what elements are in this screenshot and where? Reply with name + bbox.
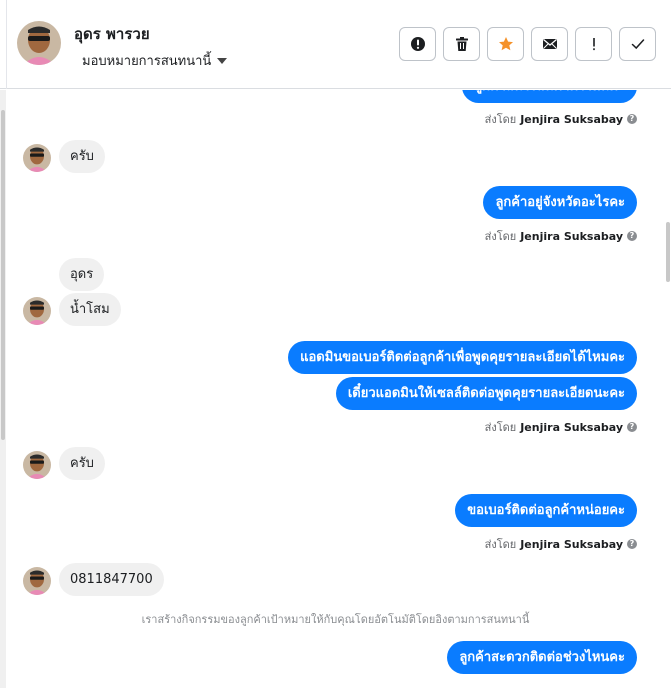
follow-up-button[interactable]: [575, 27, 612, 61]
avatar: [23, 144, 51, 172]
assign-label: มอบหมายการสนทนานี้: [82, 54, 212, 69]
mark-spam-button[interactable]: [399, 27, 436, 61]
check-icon: [631, 39, 644, 50]
mark-done-button[interactable]: [619, 27, 656, 61]
agent-name: Jenjira Suksabay: [520, 112, 623, 126]
agent-name: Jenjira Suksabay: [520, 229, 623, 243]
conversation-header: อุดร พารวย มอบหมายการสนทนานี้: [0, 0, 671, 89]
caret-down-icon: [217, 57, 228, 64]
info-icon[interactable]: ?: [627, 231, 637, 241]
alert-circle-icon: [410, 37, 425, 51]
sent-by-label: ส่งโดย Jenjira Suksabay ?: [485, 227, 637, 245]
outgoing-message[interactable]: เดี๋ยวแอดมินให้เซลล์ติดต่อพูดคุยรายละเอี…: [335, 377, 637, 410]
exclamation-icon: [592, 38, 595, 51]
incoming-message[interactable]: ครับ: [59, 140, 105, 173]
message-thread[interactable]: ลูกค้าสนใจสินค้าตัวไหนคะ ส่งโดย Jenjira …: [0, 90, 671, 688]
star-icon: [498, 37, 513, 51]
conversation-toolbar: [399, 27, 656, 61]
avatar: [23, 567, 51, 595]
outgoing-message[interactable]: ขอเบอร์ติดต่อลูกค้าหน่อยคะ: [455, 494, 637, 527]
star-button[interactable]: [487, 27, 524, 61]
incoming-message[interactable]: ครับ: [59, 447, 105, 480]
incoming-message[interactable]: 0811847700: [59, 563, 164, 596]
agent-name: Jenjira Suksabay: [520, 420, 623, 434]
sent-by-label: ส่งโดย Jenjira Suksabay ?: [485, 110, 637, 128]
system-note: เราสร้างกิจกรรมของลูกค้าเป้าหมายให้กับคุ…: [141, 613, 530, 626]
outgoing-message[interactable]: ลูกค้าสนใจสินค้าตัวไหนคะ: [462, 90, 637, 103]
info-icon[interactable]: ?: [627, 539, 637, 549]
avatar[interactable]: [17, 21, 61, 65]
avatar: [23, 297, 51, 325]
envelope-icon: [542, 39, 557, 49]
sent-by-label: ส่งโดย Jenjira Suksabay ?: [485, 535, 637, 553]
incoming-message[interactable]: อุดร: [59, 258, 105, 291]
trash-icon: [455, 37, 468, 51]
agent-name: Jenjira Suksabay: [520, 537, 623, 551]
info-icon[interactable]: ?: [627, 422, 637, 432]
avatar: [23, 451, 51, 479]
incoming-message[interactable]: น้ำโสม: [59, 293, 121, 326]
contact-name: อุดร พารวย: [74, 25, 150, 43]
delete-button[interactable]: [443, 27, 480, 61]
outgoing-message[interactable]: ลูกค้าสะดวกติดต่อช่วงไหนคะ: [447, 641, 637, 674]
outgoing-message[interactable]: แอดมินขอเบอร์ติดต่อลูกค้าเพื่อพูดคุยรายล…: [288, 341, 637, 374]
assign-conversation-dropdown[interactable]: มอบหมายการสนทนานี้: [82, 50, 228, 71]
scrollbar[interactable]: [665, 90, 671, 688]
scrollbar[interactable]: [0, 90, 6, 688]
sent-by-label: ส่งโดย Jenjira Suksabay ?: [485, 418, 637, 436]
mark-unread-button[interactable]: [531, 27, 568, 61]
outgoing-message[interactable]: ลูกค้าอยู่จังหวัดอะไรคะ: [483, 186, 637, 219]
divider: [6, 0, 7, 89]
info-icon[interactable]: ?: [627, 114, 637, 124]
